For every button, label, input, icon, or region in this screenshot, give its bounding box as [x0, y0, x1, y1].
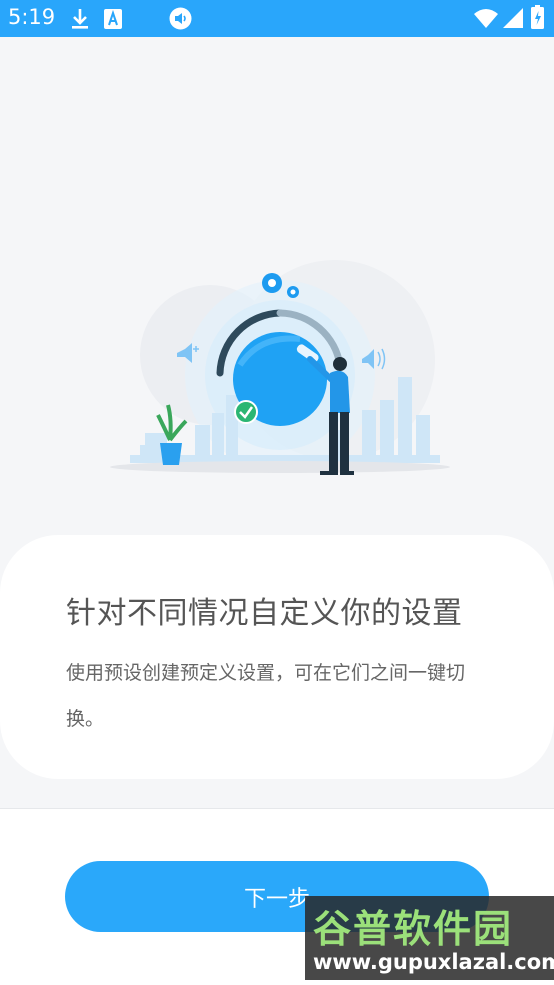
status-time: 5:19 [8, 5, 56, 29]
watermark: 谷普软件园 www.gupuxlazal.com [305, 896, 554, 980]
status-bar: 5:19 [0, 0, 554, 37]
watermark-text: 谷普软件园 [313, 907, 514, 951]
volume-knob-illustration [110, 260, 450, 475]
download-icon [72, 9, 88, 29]
floor-shadow [110, 461, 450, 473]
card-title: 针对不同情况自定义你的设置 [66, 596, 463, 631]
battery-icon [531, 5, 544, 29]
watermark-url: www.gupuxlazal.com [313, 950, 554, 974]
wifi-icon [474, 9, 498, 28]
volume-icon [169, 7, 192, 30]
a-font-icon [104, 9, 122, 29]
check-icon [234, 400, 258, 424]
card-description: 使用预设创建预定义设置，可在它们之间一键切换。 [66, 662, 466, 730]
signal-icon [503, 8, 523, 28]
